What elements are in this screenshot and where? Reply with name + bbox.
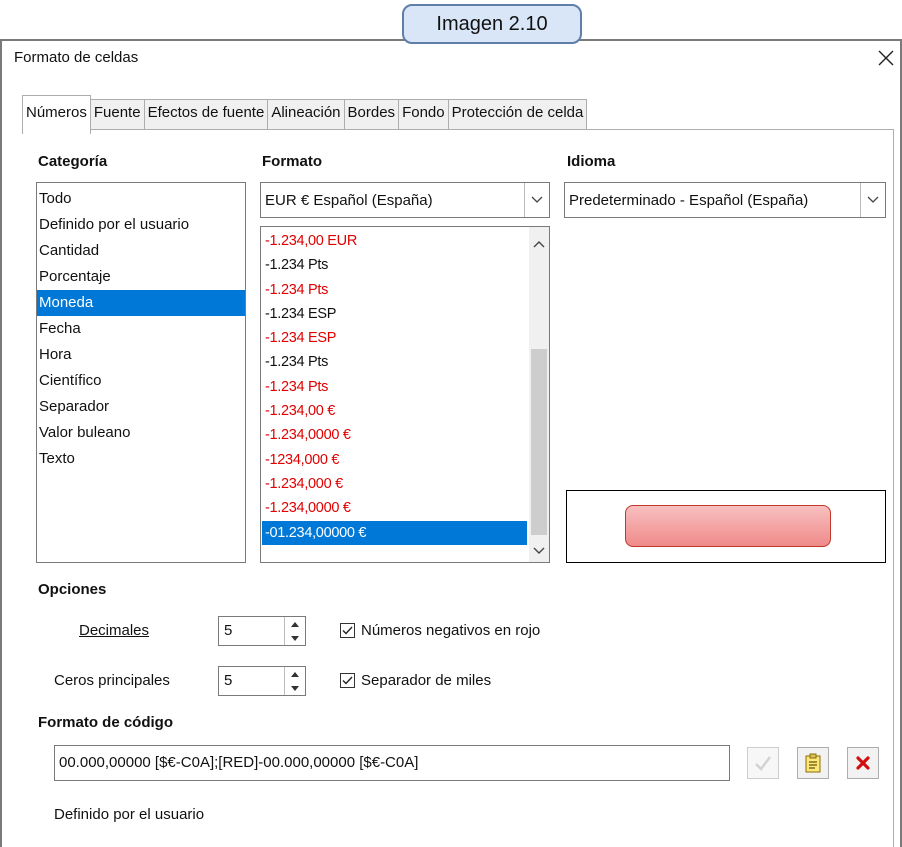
tab-fondo[interactable]: Fondo bbox=[398, 99, 449, 130]
format-item[interactable]: -1.234,000 € bbox=[262, 472, 527, 496]
list-item[interactable]: Texto bbox=[37, 446, 245, 472]
ceros-principales-value[interactable]: 5 bbox=[219, 667, 284, 695]
formato-codigo-label: Formato de código bbox=[38, 714, 173, 731]
spin-down-icon[interactable] bbox=[285, 681, 305, 695]
tab-fuente[interactable]: Fuente bbox=[89, 99, 145, 130]
format-item[interactable]: -1.234 Pts bbox=[262, 350, 527, 374]
image-caption-badge: Imagen 2.10 bbox=[402, 4, 582, 44]
format-item[interactable]: -1.234 ESP bbox=[262, 302, 527, 326]
scroll-up-icon[interactable] bbox=[533, 235, 545, 252]
negativos-rojo-checkbox[interactable] bbox=[340, 623, 355, 638]
formato-scrollbar[interactable] bbox=[529, 227, 549, 562]
ceros-principales-spinner[interactable]: 5 bbox=[218, 666, 306, 696]
preview-box bbox=[566, 490, 886, 563]
delete-code-button[interactable] bbox=[847, 747, 879, 779]
list-item[interactable]: Separador bbox=[37, 394, 245, 420]
accept-code-button[interactable] bbox=[747, 747, 779, 779]
format-item-selected[interactable]: -01.234,00000 € bbox=[262, 520, 527, 545]
format-item[interactable]: -1.234 Pts bbox=[262, 253, 527, 277]
tab-bordes[interactable]: Bordes bbox=[343, 99, 400, 130]
idioma-select-value: Predeterminado - Español (España) bbox=[569, 191, 809, 209]
separador-miles-option[interactable]: Separador de miles bbox=[340, 672, 491, 689]
chevron-down-icon[interactable] bbox=[524, 183, 549, 217]
spin-up-icon[interactable] bbox=[285, 617, 305, 631]
format-item[interactable]: -1.234 Pts bbox=[262, 375, 527, 399]
list-item[interactable]: Valor buleano bbox=[37, 420, 245, 446]
tab-numeros[interactable]: Números bbox=[22, 95, 91, 134]
format-item[interactable]: -1.234 Pts bbox=[262, 278, 527, 302]
formato-select[interactable]: EUR € Español (España) bbox=[260, 182, 550, 218]
list-item-selected[interactable]: Moneda bbox=[37, 290, 245, 316]
close-icon[interactable] bbox=[878, 44, 894, 74]
opciones-label: Opciones bbox=[38, 581, 107, 598]
tab-proteccion-celda[interactable]: Protección de celda bbox=[447, 99, 588, 130]
list-item[interactable]: Cantidad bbox=[37, 238, 245, 264]
idioma-label: Idioma bbox=[567, 153, 616, 170]
format-item[interactable]: -1234,000 € bbox=[262, 448, 527, 472]
delete-icon bbox=[856, 756, 870, 770]
categoria-label: Categoría bbox=[38, 153, 108, 170]
list-item[interactable]: Científico bbox=[37, 368, 245, 394]
dialog-title: Formato de celdas bbox=[14, 49, 139, 66]
separador-miles-checkbox[interactable] bbox=[340, 673, 355, 688]
list-item[interactable]: Fecha bbox=[37, 316, 245, 342]
formato-select-value: EUR € Español (España) bbox=[265, 191, 433, 209]
list-item[interactable]: Definido por el usuario bbox=[37, 212, 245, 238]
decimales-spinner[interactable]: 5 bbox=[218, 616, 306, 646]
separador-miles-label: Separador de miles bbox=[361, 672, 492, 689]
list-item[interactable]: Porcentaje bbox=[37, 264, 245, 290]
list-item[interactable]: Todo bbox=[37, 186, 245, 212]
negativos-rojo-label: Números negativos en rojo bbox=[361, 622, 541, 639]
format-item[interactable]: -1.234,00 EUR bbox=[262, 229, 527, 253]
idioma-select[interactable]: Predeterminado - Español (España) bbox=[564, 182, 886, 218]
formato-list[interactable]: -1.234,00 EUR -1.234 Pts -1.234 Pts -1.2… bbox=[260, 226, 550, 563]
edit-comment-button[interactable] bbox=[797, 747, 829, 779]
spin-down-icon[interactable] bbox=[285, 631, 305, 645]
check-icon bbox=[755, 756, 771, 771]
formato-codigo-description: Definido por el usuario bbox=[54, 806, 205, 823]
preview-sample bbox=[625, 505, 831, 547]
chevron-down-icon[interactable] bbox=[860, 183, 885, 217]
tab-bar: Números Fuente Efectos de fuente Alineac… bbox=[22, 95, 588, 134]
format-item[interactable]: -1.234 ESP bbox=[262, 326, 527, 350]
scrollbar-thumb[interactable] bbox=[531, 349, 547, 535]
format-item[interactable]: -1.234,0000 € bbox=[262, 496, 527, 520]
formato-label: Formato bbox=[262, 153, 322, 170]
tab-divider bbox=[22, 129, 894, 130]
decimales-label: Decimales bbox=[79, 622, 150, 639]
tab-efectos-fuente[interactable]: Efectos de fuente bbox=[143, 99, 269, 130]
negativos-rojo-option[interactable]: Números negativos en rojo bbox=[340, 622, 540, 639]
format-item[interactable]: -1.234,0000 € bbox=[262, 423, 527, 447]
ceros-principales-label: Ceros principales bbox=[54, 672, 170, 689]
notepad-icon bbox=[805, 753, 821, 773]
panel-border-right bbox=[893, 129, 894, 847]
categoria-list[interactable]: Todo Definido por el usuario Cantidad Po… bbox=[36, 182, 246, 563]
formato-codigo-input[interactable]: 00.000,00000 [$€-C0A];[RED]-00.000,00000… bbox=[54, 745, 730, 781]
window-frame-left bbox=[0, 39, 2, 847]
decimales-value[interactable]: 5 bbox=[219, 617, 284, 645]
spin-up-icon[interactable] bbox=[285, 667, 305, 681]
format-item[interactable]: -1.234,00 € bbox=[262, 399, 527, 423]
tab-alineacion[interactable]: Alineación bbox=[267, 99, 345, 130]
scroll-down-icon[interactable] bbox=[533, 542, 545, 559]
list-item[interactable]: Hora bbox=[37, 342, 245, 368]
